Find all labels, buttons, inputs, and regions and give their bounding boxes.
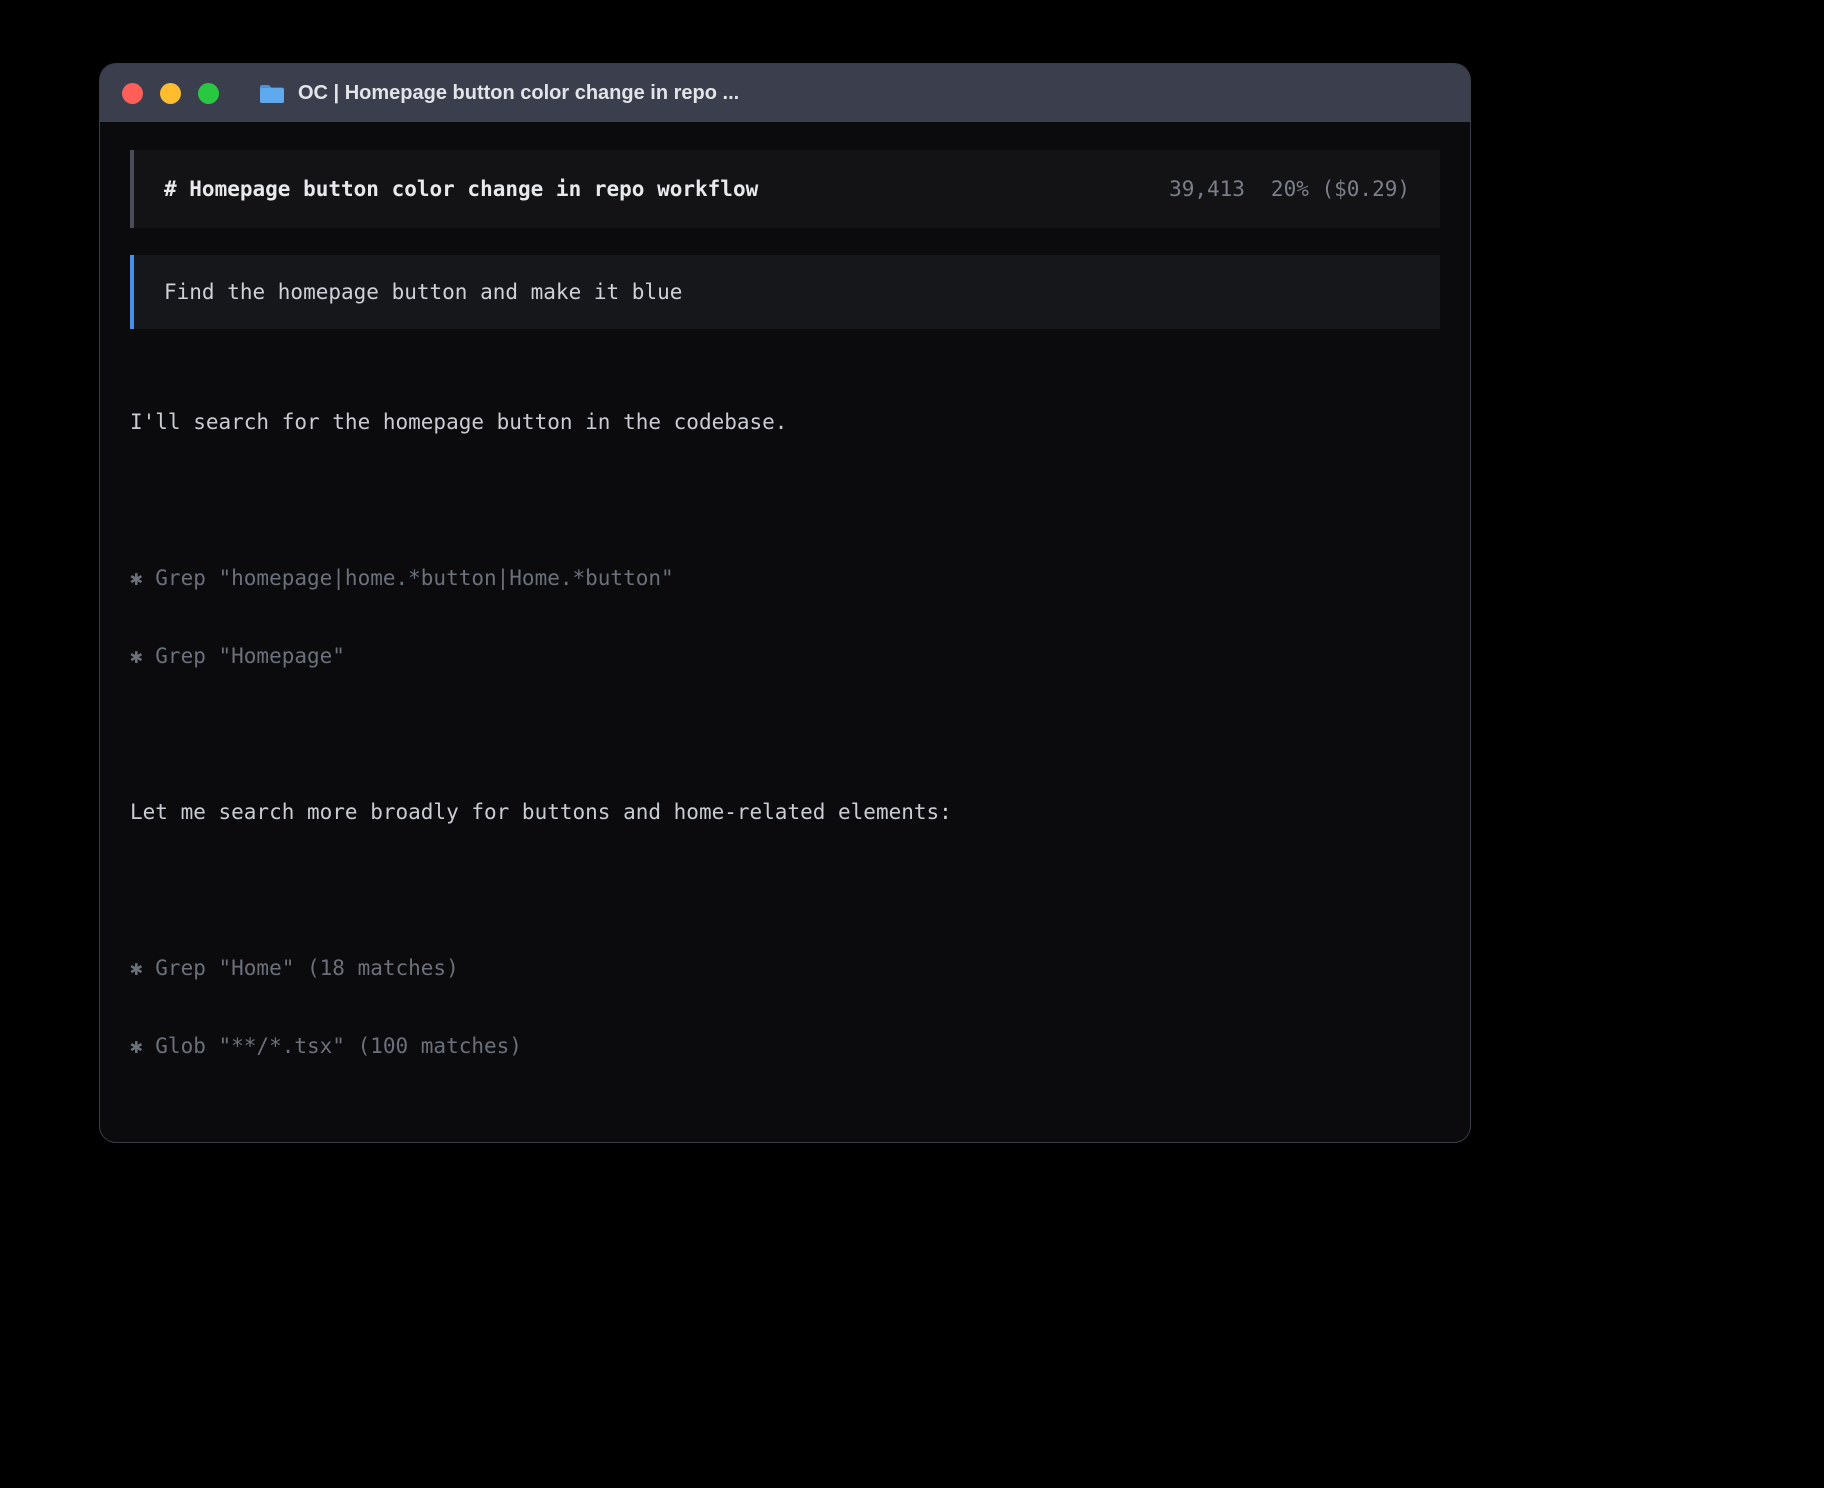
token-count: 39,413	[1169, 176, 1245, 202]
terminal-content: # Homepage button color change in repo w…	[100, 122, 1470, 1142]
session-title: # Homepage button color change in repo w…	[164, 176, 758, 202]
tool-call-glob: ✱ Glob "**/*.tsx" (100 matches)	[130, 1033, 1440, 1059]
assistant-text-line: Let me search more broadly for buttons a…	[130, 799, 1440, 825]
window-titlebar[interactable]: OC | Homepage button color change in rep…	[100, 64, 1470, 122]
close-button[interactable]	[122, 83, 143, 104]
assistant-paragraph: I found several "Home" links. Let me loo…	[130, 1137, 1440, 1142]
tool-call-group: ✱ Grep "homepage|home.*button|Home.*butt…	[130, 513, 1440, 721]
user-message: Find the homepage button and make it blu…	[130, 255, 1440, 329]
assistant-paragraph: I'll search for the homepage button in t…	[130, 357, 1440, 487]
assistant-paragraph: Let me search more broadly for buttons a…	[130, 747, 1440, 877]
tool-call-group: ✱ Grep "Home" (18 matches) ✱ Glob "**/*.…	[130, 903, 1440, 1111]
minimize-button[interactable]	[160, 83, 181, 104]
window-title: OC | Homepage button color change in rep…	[298, 82, 739, 105]
session-stats: 39,413 20% ($0.29)	[1169, 176, 1410, 202]
tool-call-grep: ✱ Grep "Home" (18 matches)	[130, 955, 1440, 981]
assistant-text-line: I'll search for the homepage button in t…	[130, 409, 1440, 435]
traffic-lights	[122, 83, 219, 104]
user-message-text: Find the homepage button and make it blu…	[164, 279, 682, 305]
terminal-window: OC | Homepage button color change in rep…	[100, 64, 1470, 1142]
zoom-button[interactable]	[198, 83, 219, 104]
tool-call-grep: ✱ Grep "Homepage"	[130, 643, 1440, 669]
tool-call-grep: ✱ Grep "homepage|home.*button|Home.*butt…	[130, 565, 1440, 591]
context-usage: 20% ($0.29)	[1271, 176, 1410, 202]
folder-icon	[259, 83, 285, 104]
session-header: # Homepage button color change in repo w…	[130, 150, 1440, 228]
